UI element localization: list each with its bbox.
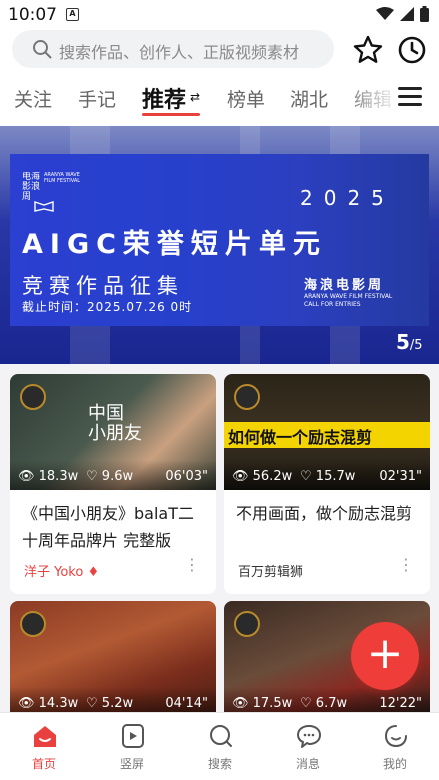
banner-title: AIGC荣誉短片单元 <box>22 229 327 260</box>
banner-page-total: /5 <box>409 338 423 353</box>
nav-profile-label: 我的 <box>382 757 407 771</box>
notification-icon: A <box>66 8 79 21</box>
channel-badge-icon <box>20 384 46 410</box>
video-card[interactable]: 如何做一个励志混剪 👁 56.2w ♡ 15.7w 02'31" 不用画面，做个… <box>224 374 430 594</box>
system-icons <box>376 6 429 22</box>
menu-icon[interactable] <box>398 87 422 109</box>
bottom-nav: 首页 竖屏 搜索 消息 我的 <box>0 712 439 780</box>
author-name[interactable]: 百万剪辑狮 <box>238 561 303 580</box>
nav-vertical[interactable]: 竖屏 <box>88 713 176 780</box>
status-bar: 10:07 A <box>0 0 439 30</box>
views-count: 👁 18.3w <box>18 469 79 484</box>
likes-count: ♡ 15.7w <box>300 469 356 484</box>
tab-hubei[interactable]: 湖北 <box>290 85 328 112</box>
author-name[interactable]: 洋子 Yoko ♦ <box>24 561 99 580</box>
thumbnail-caption: 中国 小朋友 <box>88 403 142 444</box>
video-duration: 12'22" <box>379 696 422 711</box>
views-count: 👁 17.5w <box>232 696 293 711</box>
video-thumbnail: 中国 小朋友 👁 18.3w ♡ 9.6w 06'03" <box>10 374 216 490</box>
home-icon <box>34 726 56 747</box>
views-count: 👁 14.3w <box>18 696 79 711</box>
tab-ranking[interactable]: 榜单 <box>227 85 265 112</box>
book-logo-icon <box>34 201 54 212</box>
diamond-icon: ♦ <box>87 565 100 580</box>
message-icon <box>297 725 321 748</box>
tab-notes[interactable]: 手记 <box>78 85 116 112</box>
video-thumbnail: 如何做一个励志混剪 👁 56.2w ♡ 15.7w 02'31" <box>224 374 430 490</box>
nav-profile[interactable]: 我的 <box>351 713 439 780</box>
status-time: 10:07 <box>8 5 57 25</box>
nav-home-label: 首页 <box>31 757 56 771</box>
banner-festival-en: ARANYA WAVE FILM FESTIVAL CALL FOR ENTRI… <box>304 293 393 308</box>
banner-page-current: 5 <box>396 330 410 354</box>
history-clock-icon[interactable] <box>396 34 428 66</box>
banner-logo: 电海 影浪 周 <box>22 172 41 202</box>
more-options-icon[interactable]: ⋮ <box>184 557 200 573</box>
likes-count: ♡ 5.2w <box>86 696 134 711</box>
category-tabs: 关注 手记 推荐 ⇄ 榜单 湖北 编辑 <box>0 76 439 120</box>
nav-messages[interactable]: 消息 <box>264 713 352 780</box>
banner-festival: 海浪电影周 <box>304 278 385 293</box>
video-card[interactable]: 中国 小朋友 👁 18.3w ♡ 9.6w 06'03" 《中国小朋友》bala… <box>10 374 216 594</box>
video-title[interactable]: 不用画面，做个励志混剪 <box>236 500 422 527</box>
video-meta: 👁 56.2w ♡ 15.7w 02'31" <box>224 460 430 490</box>
nav-messages-label: 消息 <box>295 757 320 771</box>
likes-count: ♡ 9.6w <box>86 469 134 484</box>
search-bar[interactable]: 搜索作品、创作人、正版视频素材 <box>12 30 334 68</box>
channel-badge-icon <box>234 611 260 637</box>
banner-subtitle: 竞赛作品征集 <box>22 274 184 298</box>
nav-vertical-label: 竖屏 <box>119 757 144 771</box>
tabs-fade <box>340 76 400 120</box>
refresh-swap-icon[interactable]: ⇄ <box>190 90 200 104</box>
video-duration: 02'31" <box>379 469 422 484</box>
banner-deadline: 截止时间：2025.07.26 0时 <box>22 300 193 314</box>
banner-pager: 5/5 <box>396 330 423 354</box>
tab-follow[interactable]: 关注 <box>14 85 52 112</box>
video-card[interactable]: 👁 14.3w ♡ 5.2w 04'14" <box>10 601 216 721</box>
banner-year: 2025 <box>300 186 395 210</box>
plus-icon: + <box>366 628 404 679</box>
likes-count: ♡ 6.7w <box>300 696 348 711</box>
thumbnail-caption: 如何做一个励志混剪 <box>228 428 373 447</box>
wifi-icon <box>376 7 394 20</box>
video-duration: 06'03" <box>165 469 208 484</box>
search-icon <box>33 40 52 59</box>
app-screen: 10:07 A 搜索作品、创作人、正版视频素材 关注 手记 推荐 ⇄ 榜单 湖北… <box>0 0 439 780</box>
views-count: 👁 56.2w <box>232 469 293 484</box>
nav-search-label: 搜索 <box>207 757 232 771</box>
nav-search[interactable]: 搜索 <box>176 713 264 780</box>
video-title[interactable]: 《中国小朋友》balaT二十周年品牌片 完整版 <box>22 500 208 554</box>
channel-badge-icon <box>20 611 46 637</box>
video-meta: 👁 18.3w ♡ 9.6w 06'03" <box>10 460 216 490</box>
banner-logo-en: ARANYA WAVE FILM FESTIVAL <box>44 172 81 184</box>
channel-badge-icon <box>234 384 260 410</box>
active-tab-indicator <box>142 113 200 116</box>
video-duration: 04'14" <box>165 696 208 711</box>
battery-icon <box>420 6 429 22</box>
search-placeholder: 搜索作品、创作人、正版视频素材 <box>59 43 300 62</box>
more-options-icon[interactable]: ⋮ <box>398 557 414 573</box>
search-icon <box>210 725 232 747</box>
create-button[interactable]: + <box>351 622 419 690</box>
tab-recommend[interactable]: 推荐 <box>142 82 186 114</box>
vertical-video-icon <box>122 724 144 748</box>
nav-home[interactable]: 首页 <box>0 713 88 780</box>
profile-icon <box>384 725 407 748</box>
favorites-star-icon[interactable] <box>352 34 384 66</box>
signal-icon <box>400 7 414 21</box>
video-thumbnail: 👁 14.3w ♡ 5.2w 04'14" <box>10 601 216 717</box>
